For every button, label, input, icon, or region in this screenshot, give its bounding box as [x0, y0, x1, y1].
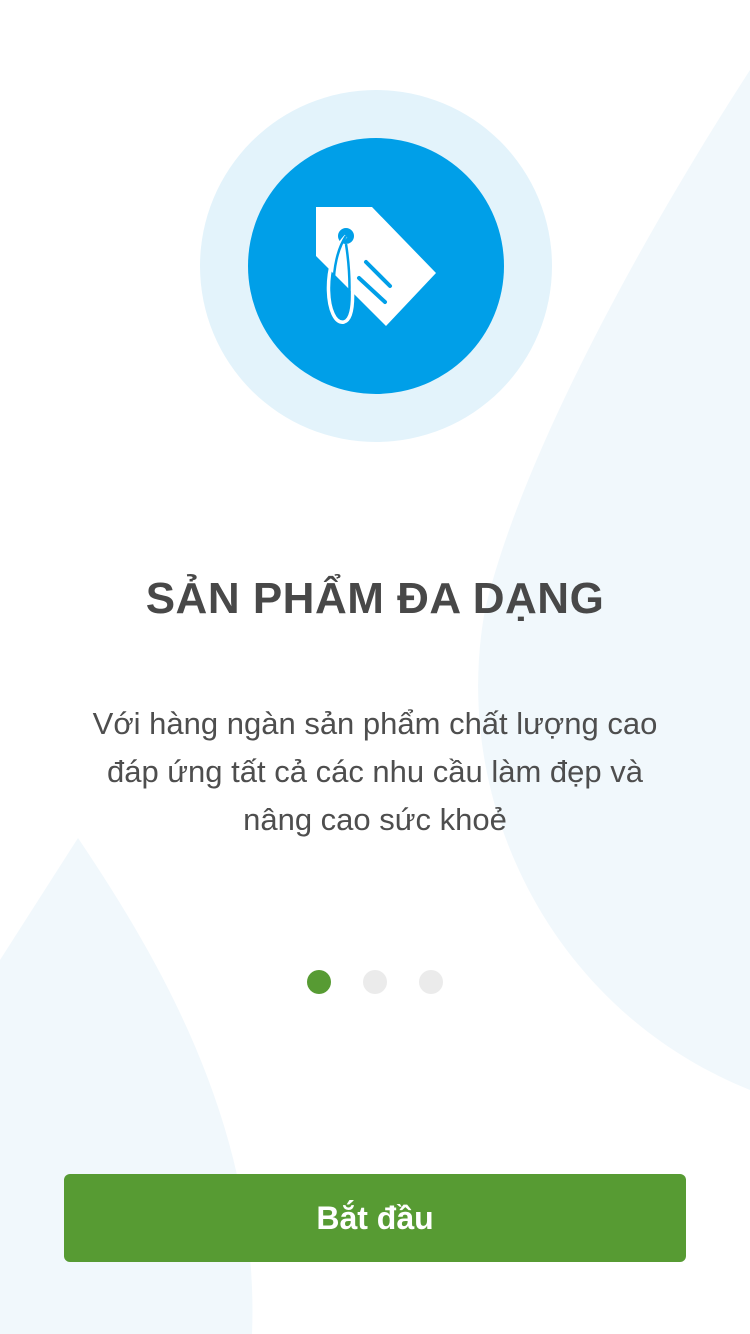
price-tag-icon [316, 207, 436, 326]
hero-icon-halo [200, 90, 552, 442]
description-line: đáp ứng tất cả các nhu cầu làm đẹp và [106, 754, 644, 789]
page-dot-3[interactable] [419, 970, 443, 994]
description-line: Với hàng ngàn sản phẩm chất lượng cao [92, 706, 658, 741]
page-dot-2[interactable] [363, 970, 387, 994]
start-button[interactable]: Bắt đầu [64, 1174, 686, 1262]
onboarding-screen: SẢN PHẨM ĐA DẠNG Với hàng ngàn sản phẩm … [0, 0, 750, 1334]
onboarding-title: SẢN PHẨM ĐA DẠNG [145, 574, 605, 623]
hero-icon-circle [248, 138, 504, 394]
page-indicator [0, 970, 750, 994]
description-line: nâng cao sức khoẻ [243, 802, 507, 837]
page-dot-1[interactable] [307, 970, 331, 994]
onboarding-description: Với hàng ngàn sản phẩm chất lượng cao đá… [75, 700, 675, 844]
